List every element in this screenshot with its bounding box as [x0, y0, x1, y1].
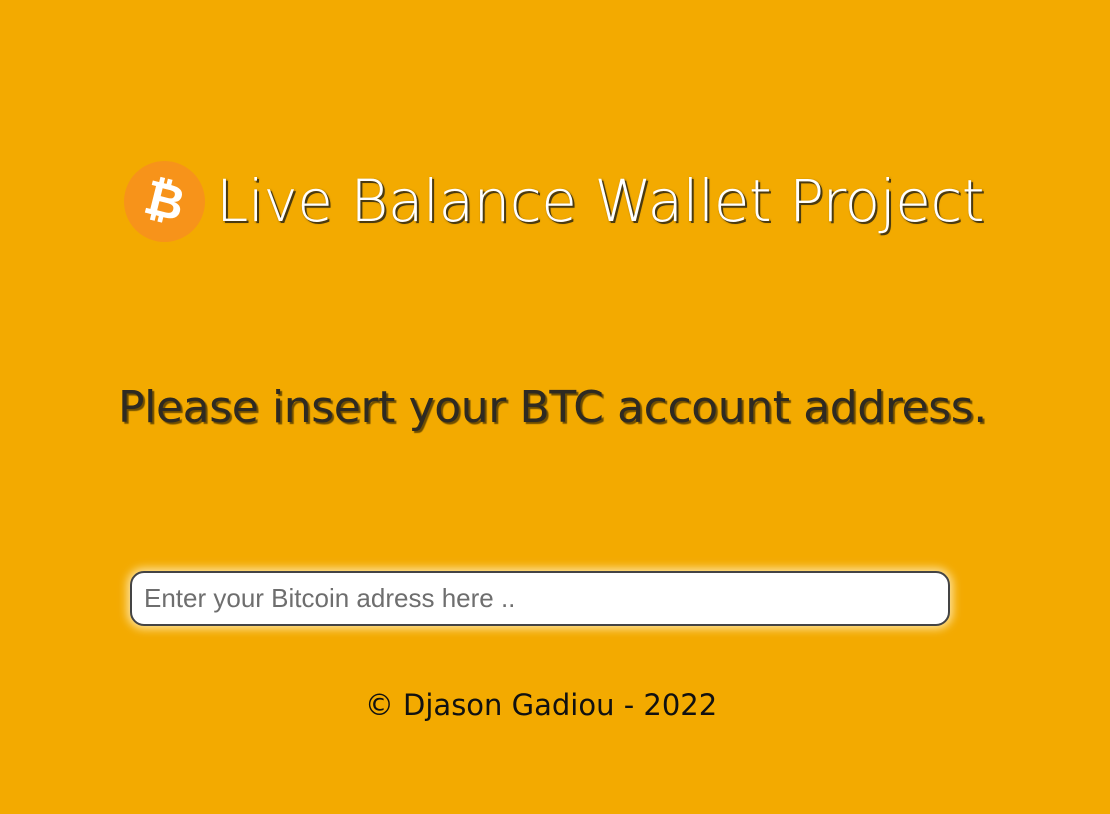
footer-copyright: © Djason Gadiou - 2022 — [364, 688, 718, 722]
svg-text:₿: ₿ — [139, 169, 191, 233]
instruction-text: Please insert your BTC account address. — [118, 382, 987, 433]
bitcoin-address-input[interactable] — [130, 571, 950, 626]
page-title: Live Balance Wallet Project — [216, 167, 985, 235]
bitcoin-logo-icon: ₿ — [124, 160, 205, 242]
address-input-container — [130, 571, 950, 626]
header: ₿ Live Balance Wallet Project — [124, 160, 985, 242]
